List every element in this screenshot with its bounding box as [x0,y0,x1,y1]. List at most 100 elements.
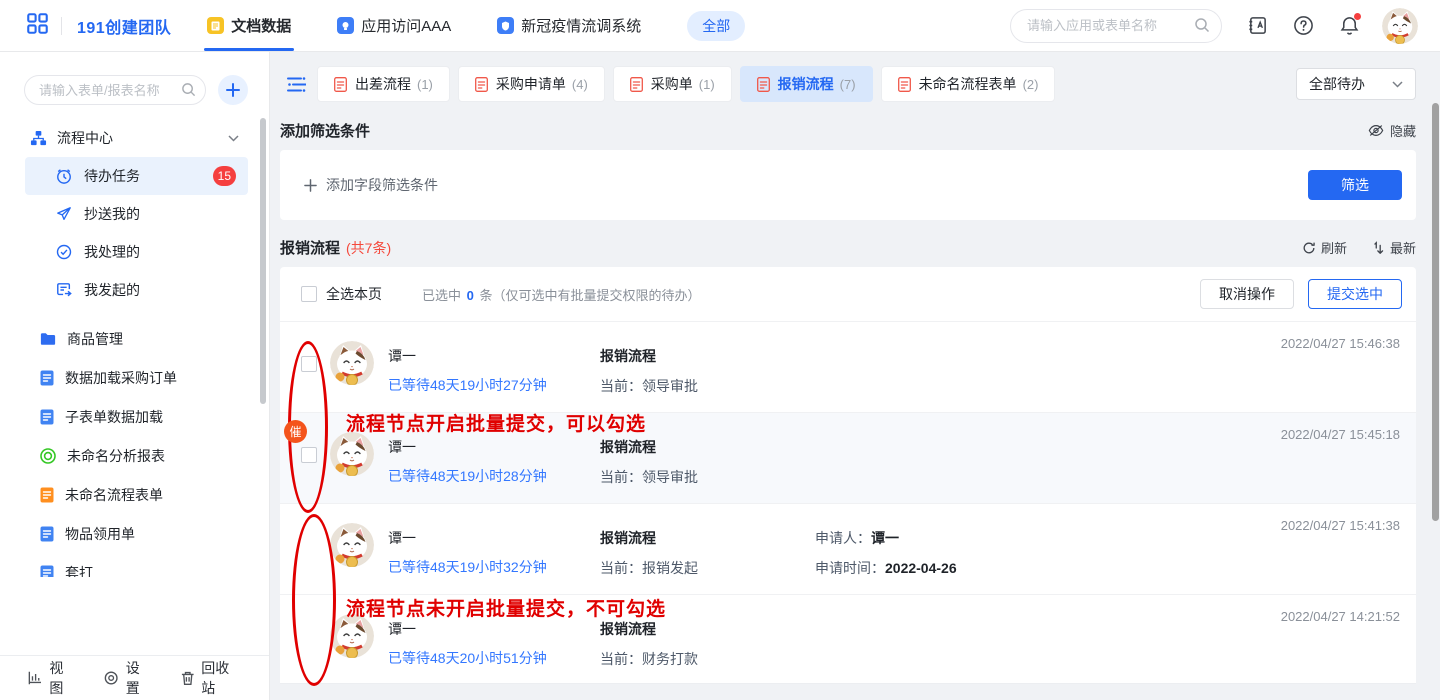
avatar [330,523,374,567]
send-icon [56,206,72,222]
sidebar-tree: 流程中心 待办任务 15 抄送我的 我处理的 [0,119,269,577]
chip-purchase-order[interactable]: 采购单 (1) [613,66,732,102]
task-row[interactable]: 谭一 已等待48天19小时32分钟 报销流程 当前：报销发起 申请人：谭一 申请… [280,503,1416,594]
user-avatar[interactable] [1382,8,1418,44]
global-search [1010,9,1222,43]
chip-unnamed-flow-form[interactable]: 未命名流程表单 (2) [881,66,1056,102]
filter-button[interactable]: 筛选 [1308,170,1402,200]
sort-icon [1371,241,1385,255]
chip-purchase-request[interactable]: 采购申请单 (4) [458,66,605,102]
refresh-button[interactable]: 刷新 [1302,238,1347,257]
row-timestamp: 2022/04/27 14:21:52 [1281,609,1400,624]
sidebar-group-flow-center[interactable]: 流程中心 [0,119,269,157]
sort-latest-button[interactable]: 最新 [1371,238,1416,257]
row-timestamp: 2022/04/27 15:46:38 [1281,336,1400,351]
urge-badge[interactable]: 催 [284,420,307,443]
wait-duration: 已等待48天19小时28分钟 [388,466,600,486]
form-search-input[interactable] [24,75,206,105]
flow-doc-icon [898,77,911,92]
add-form-button[interactable] [218,75,248,105]
sidebar-item-data-load-po[interactable]: 数据加载采购订单 [0,358,269,397]
add-field-filter-button[interactable]: 添加字段筛选条件 [304,175,438,195]
form-search [24,75,206,105]
form-icon [40,370,54,386]
flow-doc-icon [630,77,643,92]
recycle-bin-button[interactable]: 回收站 [181,658,239,698]
refresh-icon [1302,241,1316,255]
sidebar-scrollbar[interactable] [260,118,266,404]
sidebar-item-handled-by-me[interactable]: 我处理的 [0,233,269,271]
filter-section-header: 添加筛选条件 隐藏 [280,120,1416,141]
doc-arrow-icon [56,282,72,298]
sidebar-item-item-requisition[interactable]: 物品领用单 [0,514,269,553]
search-icon[interactable] [181,82,196,102]
avatar [330,341,374,385]
task-row[interactable]: 谭一 已等待48天19小时27分钟 报销流程 当前：领导审批 2022/04/2… [280,321,1416,412]
notification-bell-icon[interactable] [1339,15,1360,36]
workbench-grid-icon[interactable] [27,13,48,39]
all-apps-pill[interactable]: 全部 [687,11,745,41]
form-icon [40,526,54,542]
wait-duration: 已等待48天19小时32分钟 [388,557,600,577]
search-icon[interactable] [1194,17,1210,38]
sidebar-item-todo-tasks[interactable]: 待办任务 15 [25,157,248,195]
settings-button[interactable]: 设置 [104,658,150,698]
sidebar: 流程中心 待办任务 15 抄送我的 我处理的 [0,52,270,700]
sidebar-item-subform-data-load[interactable]: 子表单数据加载 [0,397,269,436]
annotation-note-enabled: 流程节点开启批量提交，可以勾选 [346,409,646,436]
plus-icon [304,179,317,192]
select-all-checkbox[interactable] [301,286,317,302]
collapse-filter-icon[interactable] [287,76,306,93]
selection-bar: 全选本页 已选中 0 条（仅可选中有批量提交权限的待办） 取消操作 提交选中 [280,267,1416,321]
hide-filter-link[interactable]: 隐藏 [1368,121,1416,140]
team-name[interactable]: 191创建团队 [77,14,171,38]
form-icon [40,409,54,425]
help-icon[interactable] [1293,15,1314,36]
assignee-name: 谭一 [388,619,600,639]
wait-duration: 已等待48天20小时51分钟 [388,648,600,668]
main-scrollbar[interactable] [1432,103,1439,521]
row-timestamp: 2022/04/27 15:41:38 [1281,518,1400,533]
list-count: (共7条) [346,238,391,258]
views-button[interactable]: 视图 [28,658,74,698]
filter-title: 添加筛选条件 [280,120,370,141]
row-checkbox[interactable] [301,356,317,372]
sidebar-item-print-template[interactable]: 套打 [0,553,269,577]
flow-name: 报销流程 [600,437,815,457]
folder-icon [40,332,56,346]
current-node: 当前：报销发起 [600,558,815,578]
flow-name: 报销流程 [600,346,815,366]
task-list: 全选本页 已选中 0 条（仅可选中有批量提交权限的待办） 取消操作 提交选中 谭… [280,267,1416,684]
shield-app-icon [497,17,514,34]
row-timestamp: 2022/04/27 15:45:18 [1281,427,1400,442]
sidebar-item-cc-to-me[interactable]: 抄送我的 [0,195,269,233]
chip-reimbursement[interactable]: 报销流程 (7) [740,66,873,102]
chip-business-trip[interactable]: 出差流程 (1) [317,66,450,102]
report-icon [40,448,56,464]
assignee-name: 谭一 [388,346,600,366]
sidebar-item-product-mgmt[interactable]: 商品管理 [0,319,269,358]
filter-card: 添加字段筛选条件 筛选 [280,150,1416,220]
flow-name: 报销流程 [600,528,815,548]
contacts-icon[interactable] [1247,15,1268,36]
global-search-input[interactable] [1010,9,1222,43]
gear-icon [104,670,118,686]
list-header: 报销流程 (共7条) 刷新 最新 [280,237,1416,258]
todo-type-select[interactable]: 全部待办 [1296,68,1416,100]
cancel-operation-button[interactable]: 取消操作 [1200,279,1294,309]
avatar [330,432,374,476]
app-tab-access[interactable]: 应用访问AAA [337,0,451,51]
sidebar-item-unnamed-flow-form[interactable]: 未命名流程表单 [0,475,269,514]
selected-count: 0 [465,288,476,303]
chart-icon [28,670,42,686]
sidebar-item-started-by-me[interactable]: 我发起的 [0,271,269,309]
submit-selected-button[interactable]: 提交选中 [1308,279,1402,309]
app-tab-docs[interactable]: 文档数据 [207,0,291,51]
select-all-label[interactable]: 全选本页 [326,284,382,304]
chevron-down-icon[interactable] [228,129,239,147]
annotation-note-disabled: 流程节点未开启批量提交，不可勾选 [346,594,666,621]
flow-doc-icon [475,77,488,92]
row-checkbox[interactable] [301,447,317,463]
app-tab-covid[interactable]: 新冠疫情流调系统 [497,0,641,51]
sidebar-item-unnamed-report[interactable]: 未命名分析报表 [0,436,269,475]
